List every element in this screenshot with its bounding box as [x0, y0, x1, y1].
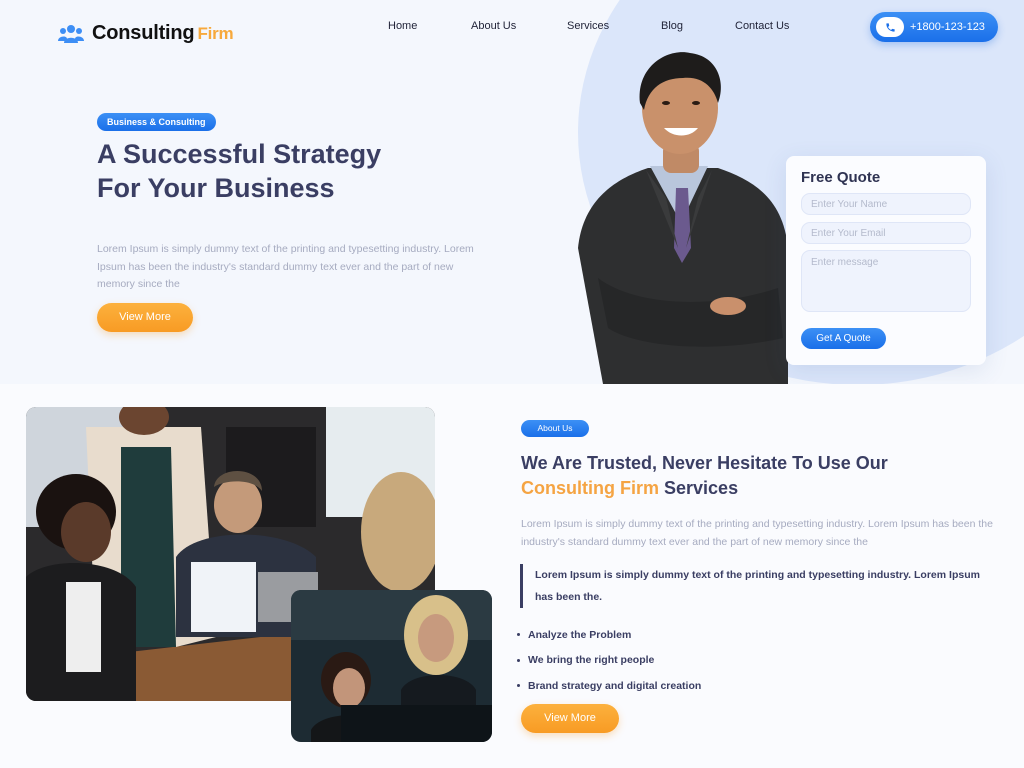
logo-text: Consulting Firm	[92, 22, 234, 45]
get-quote-button[interactable]: Get A Quote	[801, 328, 886, 349]
bullet-text: We bring the right people	[528, 654, 655, 667]
phone-number: +1800-123-123	[910, 21, 985, 33]
phone-button[interactable]: +1800-123-123	[870, 12, 998, 42]
bullet-item: Analyze the Problem	[517, 622, 701, 648]
message-textarea[interactable]	[801, 250, 971, 312]
about-title: We Are Trusted, Never Hesitate To Use Ou…	[521, 451, 991, 501]
about-title-accent: Consulting Firm	[521, 478, 659, 498]
email-input[interactable]	[801, 222, 971, 244]
phone-icon	[876, 17, 904, 37]
about-view-more-button[interactable]: View More	[521, 704, 619, 733]
nav-contact-us[interactable]: Contact Us	[735, 20, 789, 32]
bullet-text: Brand strategy and digital creation	[528, 679, 702, 692]
logo[interactable]: Consulting Firm	[58, 22, 234, 45]
bullet-item: We bring the right people	[517, 648, 701, 674]
nav-services[interactable]: Services	[567, 20, 609, 32]
users-icon	[58, 24, 84, 44]
bullet-dot-icon	[517, 633, 520, 637]
bullet-text: Analyze the Problem	[528, 628, 632, 641]
nav-about-us[interactable]: About Us	[471, 20, 516, 32]
about-description: Lorem Ipsum is simply dummy text of the …	[521, 518, 993, 548]
hero-view-more-button[interactable]: View More	[97, 303, 193, 332]
colleagues-photo	[291, 590, 492, 742]
about-badge: About Us	[521, 420, 589, 437]
hero-section: Consulting Firm Home About Us Services Bl…	[0, 0, 1024, 384]
about-title-start: We Are Trusted, Never Hesitate To Use Ou…	[521, 453, 888, 473]
free-quote-form: Free Quote Get A Quote	[786, 156, 986, 365]
nav-blog[interactable]: Blog	[661, 20, 683, 32]
hero-description: Lorem Ipsum is simply dummy text of the …	[97, 243, 474, 290]
about-title-end: Services	[664, 478, 739, 498]
about-quote: Lorem Ipsum is simply dummy text of the …	[520, 564, 1000, 608]
bullet-item: Brand strategy and digital creation	[517, 673, 701, 699]
nav-home[interactable]: Home	[388, 20, 417, 32]
logo-accent: Firm	[197, 24, 234, 43]
quote-form-title: Free Quote	[801, 169, 881, 186]
bullet-dot-icon	[517, 684, 520, 688]
businessman-photo	[578, 48, 788, 384]
hero-badge: Business & Consulting	[97, 113, 216, 131]
hero-title: A Successful Strategy For Your Business	[97, 139, 382, 203]
bullet-dot-icon	[517, 658, 520, 662]
logo-main: Consulting	[92, 22, 195, 44]
about-bullet-list: Analyze the Problem We bring the right p…	[517, 622, 701, 699]
name-input[interactable]	[801, 193, 971, 215]
